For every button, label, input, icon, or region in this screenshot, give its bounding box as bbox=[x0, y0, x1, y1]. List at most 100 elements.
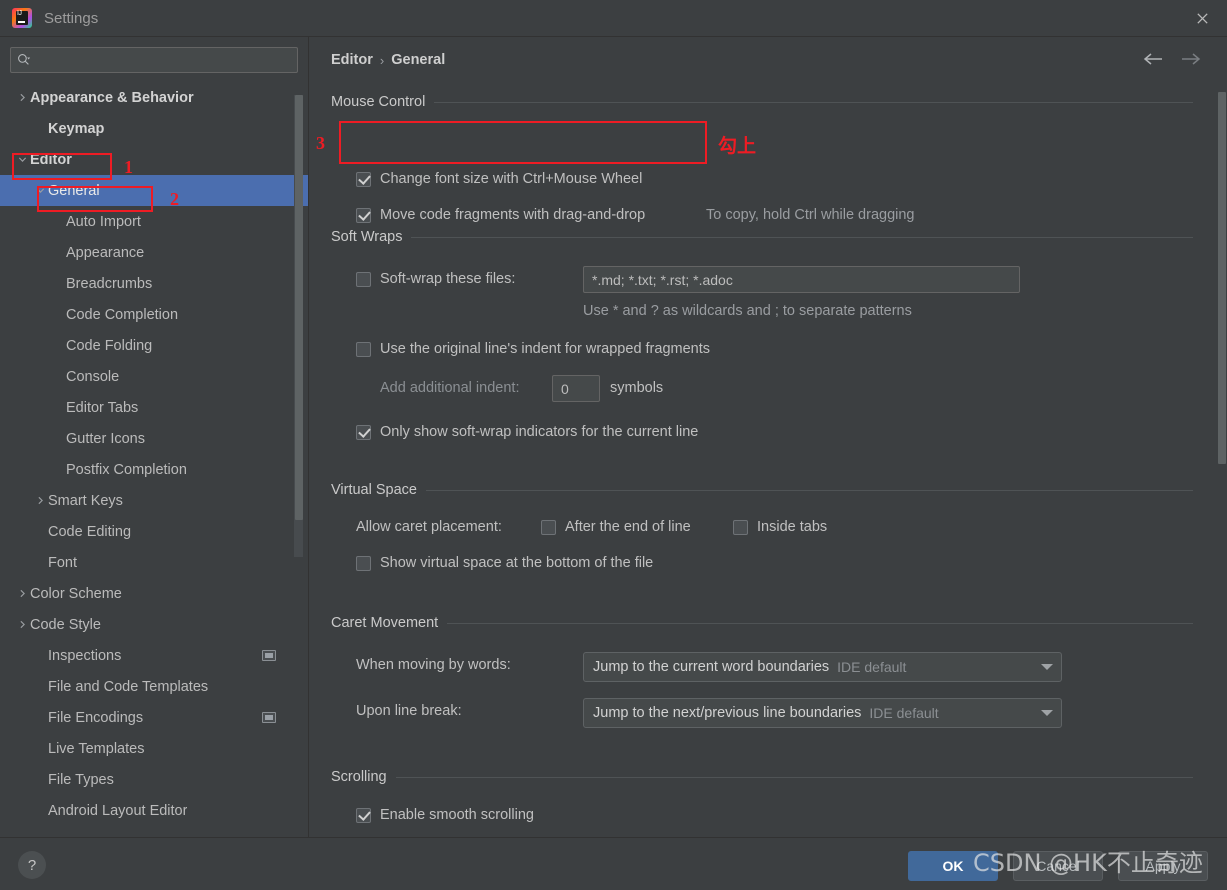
sidebar-item-label: Smart Keys bbox=[48, 492, 123, 509]
search-icon bbox=[17, 52, 33, 68]
inside-tabs-checkbox[interactable] bbox=[733, 519, 748, 535]
original-indent-checkbox[interactable] bbox=[356, 341, 371, 357]
chevron-right-icon[interactable] bbox=[14, 93, 30, 102]
sidebar-item-label: Android Layout Editor bbox=[48, 802, 188, 819]
sidebar-item-keymap[interactable]: Keymap bbox=[0, 113, 308, 144]
sidebar-item-editor[interactable]: Editor bbox=[0, 144, 308, 175]
sidebar-item-auto-import[interactable]: Auto Import bbox=[0, 206, 308, 237]
checkbox-row-soft-wrap-files[interactable]: Soft-wrap these files: bbox=[356, 271, 515, 287]
search-input[interactable] bbox=[33, 51, 291, 69]
upon-line-break-sub: IDE default bbox=[869, 705, 939, 721]
arrow-left-icon[interactable] bbox=[1142, 51, 1164, 72]
checkbox-row-change-font-size[interactable]: Change font size with Ctrl+Mouse Wheel bbox=[356, 171, 642, 187]
search-wrap bbox=[0, 37, 308, 73]
sidebar-item-editor-tabs[interactable]: Editor Tabs bbox=[0, 392, 308, 423]
add-additional-indent-row: Add additional indent: bbox=[380, 380, 519, 396]
symbols-unit: symbols bbox=[610, 380, 663, 396]
move-code-fragments-checkbox[interactable] bbox=[356, 207, 371, 223]
sidebar-item-smart-keys[interactable]: Smart Keys bbox=[0, 485, 308, 516]
sidebar-item-color-scheme[interactable]: Color Scheme bbox=[0, 578, 308, 609]
symbols-label: symbols bbox=[610, 380, 664, 396]
section-header-scrolling: Scrolling bbox=[331, 769, 1193, 785]
content-scrollbar-thumb[interactable] bbox=[1218, 92, 1226, 464]
search-box[interactable] bbox=[10, 47, 298, 73]
help-label: ? bbox=[27, 856, 37, 874]
sidebar-item-console[interactable]: Console bbox=[0, 361, 308, 392]
when-moving-by-words-dropdown[interactable]: Jump to the current word boundaries IDE … bbox=[583, 652, 1062, 682]
inside-tabs-label: Inside tabs bbox=[757, 519, 828, 535]
settings-sidebar: Appearance & Behavior Keymap Editor General… bbox=[0, 37, 309, 837]
arrow-right-icon[interactable] bbox=[1180, 51, 1202, 72]
sidebar-item-label: Editor Tabs bbox=[66, 399, 139, 416]
chevron-down-icon[interactable] bbox=[1033, 699, 1061, 727]
add-additional-indent-label: Add additional indent: bbox=[380, 380, 520, 396]
sidebar-item-live-templates[interactable]: Live Templates bbox=[0, 733, 308, 764]
breadcrumb-separator: › bbox=[379, 52, 385, 68]
sidebar-item-code-completion[interactable]: Code Completion bbox=[0, 299, 308, 330]
breadcrumb-root[interactable]: Editor bbox=[331, 52, 373, 68]
sidebar-item-general[interactable]: General bbox=[0, 175, 308, 206]
drag-hint-label: To copy, hold Ctrl while dragging bbox=[706, 207, 915, 223]
upon-line-break-dropdown[interactable]: Jump to the next/previous line boundarie… bbox=[583, 698, 1062, 728]
sidebar-item-breadcrumbs[interactable]: Breadcrumbs bbox=[0, 268, 308, 299]
add-additional-indent-input[interactable]: 0 bbox=[552, 375, 600, 402]
section-header-virtual-space: Virtual Space bbox=[331, 482, 1193, 498]
breadcrumb: Editor › General bbox=[331, 52, 445, 68]
sidebar-scrollbar-thumb[interactable] bbox=[295, 95, 303, 520]
soft-wrap-files-checkbox[interactable] bbox=[356, 271, 371, 287]
sidebar-item-file-and-code-templates[interactable]: File and Code Templates bbox=[0, 671, 308, 702]
add-additional-indent-value: 0 bbox=[561, 380, 569, 397]
chevron-down-icon[interactable] bbox=[32, 186, 48, 195]
enable-smooth-scrolling-checkbox[interactable] bbox=[356, 807, 371, 823]
after-end-of-line-checkbox[interactable] bbox=[541, 519, 556, 535]
sidebar-item-font[interactable]: Font bbox=[0, 547, 308, 578]
chevron-down-icon[interactable] bbox=[1033, 653, 1061, 681]
allow-caret-placement-label: Allow caret placement: bbox=[356, 519, 502, 535]
checkbox-row-show-virtual-space[interactable]: Show virtual space at the bottom of the … bbox=[356, 555, 653, 571]
sidebar-item-file-encodings[interactable]: File Encodings bbox=[0, 702, 308, 733]
sidebar-item-appearance-behavior[interactable]: Appearance & Behavior bbox=[0, 82, 308, 113]
sidebar-item-label: File Types bbox=[48, 771, 114, 788]
sidebar-item-code-style[interactable]: Code Style bbox=[0, 609, 308, 640]
sidebar-item-label: Code Editing bbox=[48, 523, 132, 540]
checkbox-row-after-end-of-line[interactable]: After the end of line bbox=[541, 519, 691, 535]
sidebar-item-code-editing[interactable]: Code Editing bbox=[0, 516, 308, 547]
sidebar-item-postfix-completion[interactable]: Postfix Completion bbox=[0, 454, 308, 485]
upon-line-break-value: Jump to the next/previous line boundarie… bbox=[593, 705, 862, 721]
change-font-size-label: Change font size with Ctrl+Mouse Wheel bbox=[380, 171, 643, 187]
change-font-size-checkbox[interactable] bbox=[356, 171, 371, 187]
sidebar-item-label: Font bbox=[48, 554, 78, 571]
chevron-right-icon[interactable] bbox=[14, 589, 30, 598]
section-title: Mouse Control bbox=[331, 94, 426, 110]
after-end-of-line-label: After the end of line bbox=[565, 519, 691, 535]
section-rule bbox=[411, 236, 1193, 238]
checkbox-row-only-show-indicators[interactable]: Only show soft-wrap indicators for the c… bbox=[356, 424, 698, 440]
checkbox-row-original-indent[interactable]: Use the original line's indent for wrapp… bbox=[356, 341, 710, 357]
chevron-down-icon[interactable] bbox=[14, 155, 30, 164]
sidebar-item-android-layout-editor[interactable]: Android Layout Editor bbox=[0, 795, 308, 826]
checkbox-row-move-code-fragments[interactable]: Move code fragments with drag-and-drop bbox=[356, 207, 645, 223]
soft-wrap-files-input[interactable]: *.md; *.txt; *.rst; *.adoc bbox=[583, 266, 1020, 293]
sidebar-item-label: Appearance & Behavior bbox=[30, 89, 194, 106]
sidebar-item-code-folding[interactable]: Code Folding bbox=[0, 330, 308, 361]
sidebar-item-appearance[interactable]: Appearance bbox=[0, 237, 308, 268]
sidebar-item-label: Code Folding bbox=[66, 337, 153, 354]
checkbox-row-inside-tabs[interactable]: Inside tabs bbox=[733, 519, 827, 535]
question-mark-icon[interactable]: ? bbox=[18, 851, 46, 879]
chevron-right-icon[interactable] bbox=[14, 620, 30, 629]
sidebar-item-inspections[interactable]: Inspections bbox=[0, 640, 308, 671]
sidebar-item-file-types[interactable]: File Types bbox=[0, 764, 308, 795]
show-virtual-space-checkbox[interactable] bbox=[356, 555, 371, 571]
only-show-indicators-checkbox[interactable] bbox=[356, 424, 371, 440]
close-icon[interactable] bbox=[1177, 0, 1227, 36]
window-title: Settings bbox=[44, 9, 99, 27]
breadcrumb-leaf: General bbox=[391, 52, 446, 68]
sidebar-item-gutter-icons[interactable]: Gutter Icons bbox=[0, 423, 308, 454]
when-moving-by-words-row: When moving by words: bbox=[356, 657, 511, 673]
when-moving-by-words-sub: IDE default bbox=[837, 659, 907, 675]
when-moving-by-words-label: When moving by words: bbox=[356, 657, 511, 673]
checkbox-row-enable-smooth-scrolling[interactable]: Enable smooth scrolling bbox=[356, 807, 534, 823]
chevron-right-icon[interactable] bbox=[32, 496, 48, 505]
sidebar-item-label: General bbox=[48, 182, 100, 199]
sidebar-item-label: Gutter Icons bbox=[66, 430, 145, 447]
